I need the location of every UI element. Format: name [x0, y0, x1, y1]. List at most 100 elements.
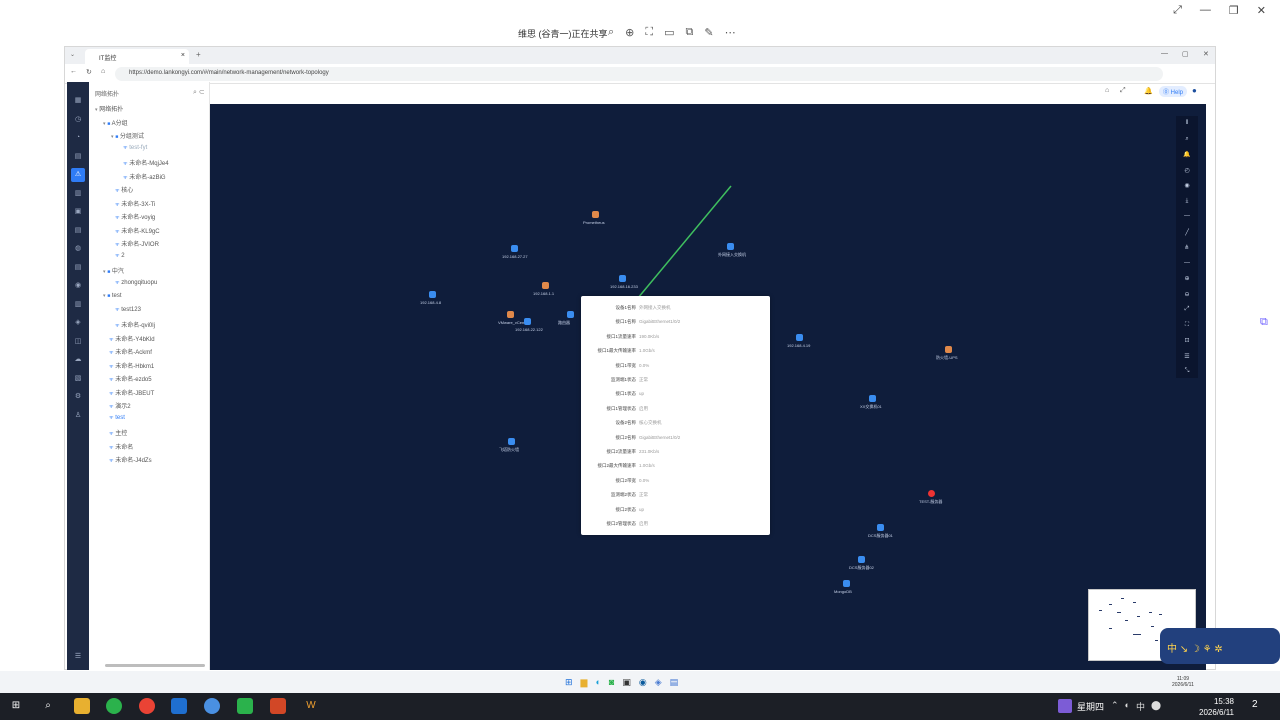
tree-item[interactable]: ᯤ 未命名-J4dZs: [109, 455, 152, 464]
search-icon[interactable]: ⌕ ⊂: [193, 88, 205, 97]
nav-item-icon[interactable]: ▥: [71, 298, 85, 312]
device-icon[interactable]: [567, 311, 574, 318]
chevron-down-icon[interactable]: ▾: [103, 121, 106, 127]
tree-item[interactable]: ᯤ 未命名-ezdo5: [109, 374, 152, 383]
device-icon[interactable]: [796, 334, 803, 341]
tree-folder[interactable]: ▾ ■ 分组测试: [111, 131, 144, 140]
ime-lang[interactable]: 中: [1136, 700, 1145, 713]
tree-item[interactable]: ᯤ 主控: [109, 428, 127, 437]
tree-folder[interactable]: ▾ 网络拓扑: [95, 104, 123, 113]
nav-item-icon[interactable]: ▤: [71, 224, 85, 238]
start-icon[interactable]: ⊞: [565, 677, 573, 688]
canvas-tool-icon[interactable]: ◉: [1182, 182, 1192, 189]
calendar-icon[interactable]: [1058, 699, 1072, 713]
tree-item[interactable]: ᯤ 2: [115, 253, 125, 259]
tree-item[interactable]: ᯤ 未命名-Y4bKld: [109, 334, 155, 343]
nav-item-icon[interactable]: ▧: [71, 372, 85, 386]
canvas-tool-icon[interactable]: ⤡: [1182, 368, 1192, 375]
device-icon[interactable]: [869, 395, 876, 402]
canvas-tool-icon[interactable]: ⛶: [1182, 322, 1192, 329]
annotate-icon[interactable]: ✎: [704, 26, 713, 39]
url-input[interactable]: https://demo.lankongyi.com/#/main/networ…: [115, 67, 1163, 81]
tree-item[interactable]: ᯤ 核心: [115, 185, 133, 194]
nav-item-icon[interactable]: ◷: [71, 113, 85, 127]
device-icon[interactable]: [524, 318, 531, 325]
canvas-tool-icon[interactable]: ☰: [1182, 353, 1192, 360]
home-icon[interactable]: ⌂: [101, 68, 105, 75]
tree-item[interactable]: ᯤ test: [109, 415, 125, 421]
canvas-tool-icon[interactable]: —: [1182, 213, 1192, 219]
chevron-up-icon[interactable]: ⌃: [1111, 700, 1119, 713]
chrome-icon[interactable]: [139, 698, 155, 714]
device-icon[interactable]: [429, 291, 436, 298]
app-icon[interactable]: ▣: [622, 677, 631, 688]
device-icon[interactable]: [727, 243, 734, 250]
tree-item[interactable]: ᯤ 未命名-voyig: [115, 212, 155, 221]
new-tab-button[interactable]: +: [196, 50, 201, 59]
device-icon[interactable]: [945, 346, 952, 353]
wechat-icon[interactable]: ◙: [609, 677, 614, 688]
canvas-tool-icon[interactable]: ⫴: [1182, 120, 1192, 127]
app-active-icon[interactable]: [171, 698, 187, 714]
tree-folder[interactable]: ▾ ■ 中汽: [103, 266, 124, 275]
zoom-in-icon[interactable]: ⊕: [625, 26, 634, 39]
wechat-icon[interactable]: [237, 698, 253, 714]
nav-item-icon[interactable]: ◔: [71, 131, 85, 145]
canvas-tool-icon[interactable]: ◴: [1182, 167, 1192, 174]
bell-icon[interactable]: 🔔: [1144, 87, 1153, 95]
tree-item[interactable]: ᯤ 未命名-azBiG: [123, 172, 166, 181]
device-icon[interactable]: [877, 524, 884, 531]
notification-badge[interactable]: 2: [1252, 699, 1258, 710]
canvas-tool-icon[interactable]: ⤢: [1182, 306, 1192, 313]
nav-item-icon[interactable]: ▤: [71, 261, 85, 275]
nav-item-icon[interactable]: ◍: [71, 242, 85, 256]
device-icon[interactable]: [858, 556, 865, 563]
windows-start-icon[interactable]: ⊞: [8, 698, 24, 714]
ime-toolbar[interactable]: 中 ↘ ☽ ⚘ ✲: [1160, 628, 1280, 664]
tree-folder[interactable]: ▾ ■ A分组: [103, 118, 128, 127]
menu-icon[interactable]: ☰: [71, 650, 85, 664]
expand-icon[interactable]: ⤢: [1173, 4, 1182, 17]
nav-item-icon[interactable]: ◈: [71, 316, 85, 330]
canvas-tool-icon[interactable]: ⊖: [1182, 291, 1192, 298]
device-icon[interactable]: [508, 438, 515, 445]
app-w-icon[interactable]: W: [303, 698, 319, 714]
nav-item-icon[interactable]: ⚙: [71, 390, 85, 404]
nav-item-icon[interactable]: ◉: [71, 279, 85, 293]
tree-item[interactable]: ᯤ test-fyt: [123, 145, 147, 151]
minimize-icon[interactable]: —: [1200, 4, 1211, 17]
window-icon[interactable]: ▭: [664, 26, 674, 39]
file-explorer-icon[interactable]: [74, 698, 90, 714]
search-icon[interactable]: ⌕: [40, 698, 56, 714]
browser-icon[interactable]: [204, 698, 220, 714]
canvas-tool-icon[interactable]: ⊕: [1182, 275, 1192, 282]
edge-icon[interactable]: ◐: [595, 677, 600, 688]
tree-item[interactable]: ᯤ 未命名-KL9gC: [115, 226, 160, 235]
edit-float-icon[interactable]: ⧉: [1260, 316, 1274, 330]
canvas-tool-icon[interactable]: 🔔: [1182, 151, 1192, 158]
tree-item[interactable]: ᯤ 未命名-Hbkm1: [109, 361, 154, 370]
canvas-tool-icon[interactable]: ⊡: [1182, 337, 1192, 344]
tree-item[interactable]: ᯤ 未命名-JBEUT: [109, 388, 154, 397]
tree-item[interactable]: ᯤ 未命名-Ackmf: [109, 347, 152, 356]
nav-item-icon[interactable]: ♙: [71, 409, 85, 423]
chevron-down-icon[interactable]: ▾: [111, 134, 114, 140]
tree-scrollbar[interactable]: [105, 664, 205, 667]
device-icon[interactable]: [619, 275, 626, 282]
nav-item-icon[interactable]: ▦: [71, 94, 85, 108]
tree-item[interactable]: ᯤ 未命名-qvi0lj: [115, 320, 155, 329]
nav-item-icon[interactable]: ◫: [71, 335, 85, 349]
window-minimize-icon[interactable]: —: [1161, 50, 1168, 57]
nav-item-icon[interactable]: ▥: [71, 187, 85, 201]
reload-icon[interactable]: ↻: [86, 68, 92, 76]
chat-app-icon[interactable]: [106, 698, 122, 714]
app3-icon[interactable]: ▤: [670, 677, 679, 688]
canvas-tool-icon[interactable]: ⤓: [1182, 198, 1192, 205]
folder-icon[interactable]: ▆: [581, 677, 588, 688]
clock[interactable]: 15:38 2026/6/11: [1199, 696, 1234, 718]
help-button[interactable]: ⓪ Help: [1159, 86, 1188, 97]
tab-list-icon[interactable]: ⌄: [70, 51, 75, 58]
back-icon[interactable]: ←: [70, 68, 77, 75]
device-icon[interactable]: [507, 311, 514, 318]
nav-item-icon[interactable]: ▤: [71, 150, 85, 164]
